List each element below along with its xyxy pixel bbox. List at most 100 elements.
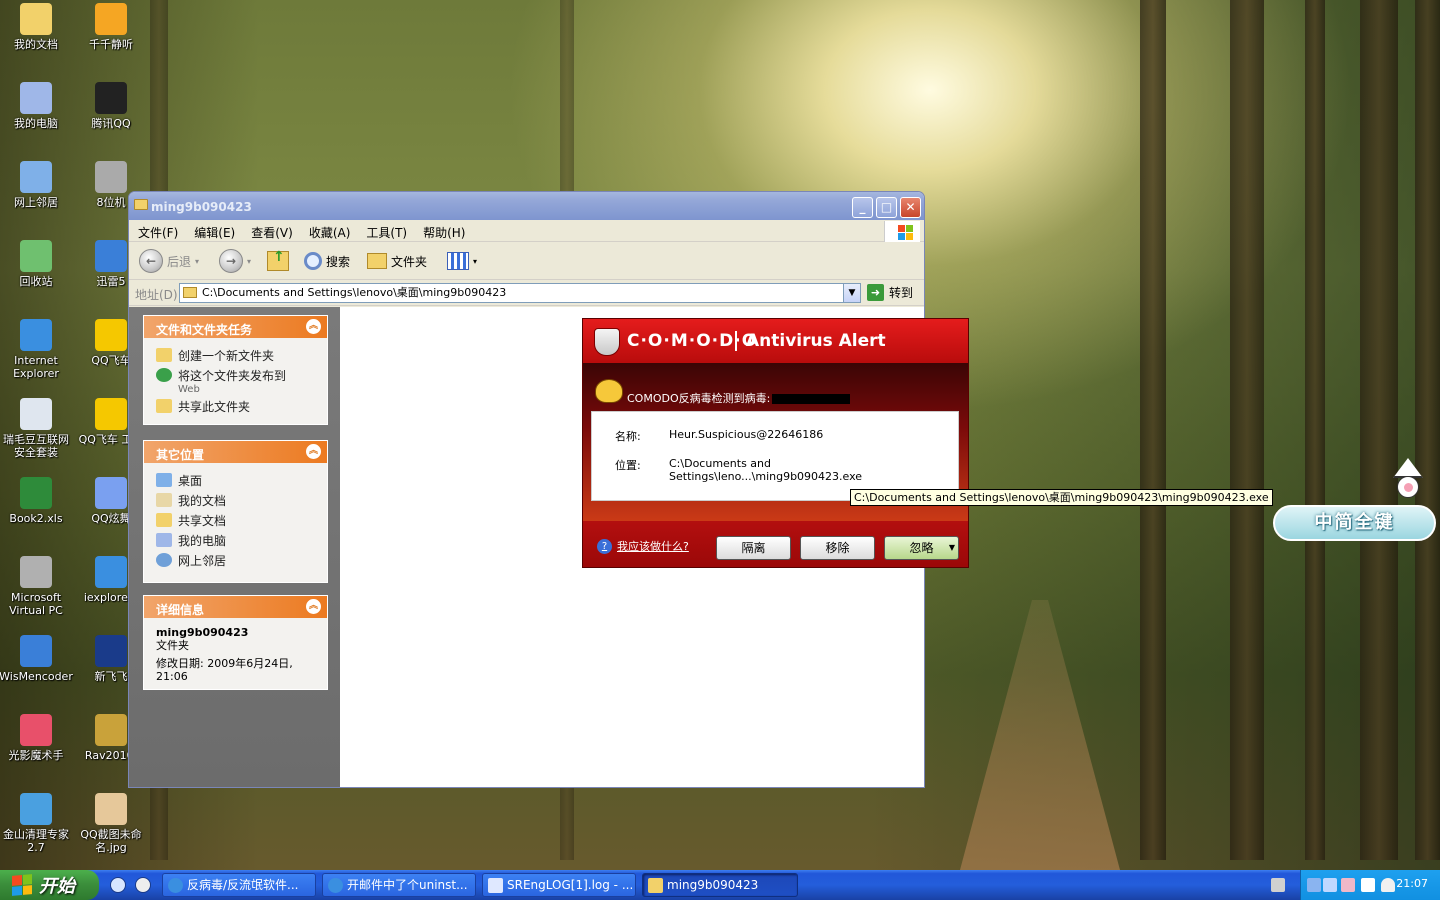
maximize-button[interactable]: □ [876,197,897,218]
minimize-button[interactable]: _ [852,197,873,218]
comodo-alert-dialog[interactable]: C·O·M·O·D·O Antivirus Alert COMODO反病毒检测到… [582,318,969,568]
forward-button[interactable]: → ▾ [219,248,251,274]
title-bar[interactable]: ming9b090423 _ □ ✕ [129,192,924,220]
go-button[interactable]: ➜ 转到 [867,284,913,301]
folders-button[interactable]: 文件夹 [367,248,427,274]
back-label: 后退 [167,254,192,269]
windows-flag-icon [12,874,32,896]
share-folder-icon [156,399,172,413]
search-label: 搜索 [326,254,351,269]
up-folder-button[interactable]: ↑ [267,248,289,274]
views-button[interactable]: ▾ [447,248,477,274]
menu-help[interactable]: 帮助(H) [414,220,472,241]
menu-file[interactable]: 文件(F) [129,220,185,241]
shield-tray-icon[interactable] [1381,878,1395,892]
desktop-icon-18[interactable]: 光影魔术手 [0,714,73,762]
back-button[interactable]: ← 后退 ▾ [139,248,199,274]
task-uninst-post[interactable]: 开邮件中了个uninst... [322,873,476,897]
go-label: 转到 [889,286,914,300]
back-arrow-icon: ← [139,249,163,273]
pen-icon[interactable] [1289,878,1297,892]
search-button[interactable]: 搜索 [304,248,350,274]
other-places-title: 其它位置 [156,448,205,462]
details-name: ming9b090423 [156,626,249,639]
threat-location-value[interactable]: C:\Documents and Settings\leno...\ming9b… [669,457,958,483]
alert-footer: ? 我应该做什么? 隔离 移除 忽略 ▼ [583,521,968,567]
folders-label: 文件夹 [391,254,428,269]
task-publish-web[interactable]: 将这个文件夹发布到 Web [156,367,315,395]
dropdown-arrow-icon[interactable]: ▼ [949,537,955,559]
desktop-app-icon [20,161,52,193]
desktop-app-icon [95,556,127,588]
place-my-documents[interactable]: 我的文档 [156,492,315,509]
desktop-icon-8[interactable]: Internet Explorer [0,319,73,380]
task-share-folder[interactable]: 共享此文件夹 [156,398,315,415]
task-antivirus-forum[interactable]: 反病毒/反流氓软件... [162,873,316,897]
task-sreng-log[interactable]: SREngLOG[1].log - ... [482,873,636,897]
desktop-icon-0[interactable]: 我的文档 [0,3,73,51]
place-network[interactable]: 网上邻居 [156,552,315,569]
close-button[interactable]: ✕ [900,197,921,218]
qq-tray-icon[interactable] [1341,878,1355,892]
file-tasks-header[interactable]: 文件和文件夹任务 ︽ [144,316,327,338]
taskbar: 开始 反病毒/反流氓软件... 开邮件中了个uninst... SREngLOG… [0,870,1440,900]
desktop-icon-16[interactable]: WisMencoder [0,635,73,683]
ie-icon [168,878,183,893]
ignore-button[interactable]: 忽略 ▼ [884,536,959,560]
menu-favorites[interactable]: 收藏(A) [300,220,358,241]
desktop-icon-14[interactable]: Microsoft Virtual PC [0,556,73,617]
file-tasks-title: 文件和文件夹任务 [156,323,253,337]
desktop-icon-20[interactable]: 金山清理专家 2.7 [0,793,73,854]
help-link[interactable]: ? 我应该做什么? [597,538,689,554]
desktop-icon-6[interactable]: 回收站 [0,240,73,288]
desktop-icon [156,473,172,487]
address-bar: 地址(D) C:\Documents and Settings\lenovo\桌… [129,280,924,306]
security-tray-icon[interactable] [1361,878,1375,892]
menu-tools[interactable]: 工具(T) [357,220,414,241]
collapse-icon[interactable]: ︽ [306,319,321,334]
desktop-app-icon [20,398,52,430]
task-new-folder[interactable]: 创建一个新文件夹 [156,347,315,364]
tray-expand-icon[interactable] [1307,878,1321,892]
file-tasks-panel: 文件和文件夹任务 ︽ 创建一个新文件夹 将这个文件夹发布到 Web 共享此文件夹 [143,315,328,425]
toolbar: ← 后退 ▾ → ▾ ↑ 搜索 文件夹 ▾ [129,242,924,280]
quicklaunch-media-icon[interactable] [135,877,151,893]
desktop-app-icon [95,319,127,351]
details-panel: 详细信息 ︽ ming9b090423 文件夹 修改日期: 2009年6月24日,… [143,595,328,690]
details-header[interactable]: 详细信息 ︽ [144,596,327,618]
place-desktop[interactable]: 桌面 [156,472,315,489]
menu-edit[interactable]: 编辑(E) [185,220,242,241]
desktop-icon-3[interactable]: 腾讯QQ [74,82,148,130]
other-places-panel: 其它位置 ︽ 桌面 我的文档 共享文档 我的电脑 网上邻居 [143,440,328,583]
desktop-icon-21[interactable]: QQ截图未命名.jpg [74,793,148,854]
keyboard-icon[interactable] [1271,878,1285,892]
virus-warning-icon [595,379,623,403]
collapse-icon[interactable]: ︽ [306,444,321,459]
task-explorer-folder[interactable]: ming9b090423 [642,873,798,897]
clock: 21:07 [1396,877,1428,890]
desktop-icon-10[interactable]: 瑞毛豆互联网安全套装 [0,398,73,459]
ime-status-widget[interactable]: 中简全键 [1273,505,1436,541]
threat-name-value: Heur.Suspicious@22646186 [669,428,824,441]
views-icon [447,252,469,270]
desktop-app-icon [20,82,52,114]
menu-view[interactable]: 查看(V) [242,220,300,241]
desktop-icon-4[interactable]: 网上邻居 [0,161,73,209]
quicklaunch-ie-icon[interactable] [110,877,126,893]
collapse-icon[interactable]: ︽ [306,599,321,614]
desktop-icon-2[interactable]: 我的电脑 [0,82,73,130]
address-input[interactable]: C:\Documents and Settings\lenovo\桌面\ming… [179,283,861,303]
desktop-icon-12[interactable]: Book2.xls [0,477,73,525]
quarantine-button[interactable]: 隔离 [716,536,791,560]
place-shared-documents[interactable]: 共享文档 [156,512,315,529]
place-my-computer[interactable]: 我的电脑 [156,532,315,549]
start-button[interactable]: 开始 [0,870,99,900]
desktop-app-icon [95,793,127,825]
remove-button[interactable]: 移除 [800,536,875,560]
address-dropdown-button[interactable]: ▼ [843,284,860,302]
network-tray-icon[interactable] [1323,878,1337,892]
details-modified: 修改日期: 2009年6月24日, 21:06 [156,657,293,683]
new-folder-icon [156,348,172,362]
desktop-icon-1[interactable]: 千千静听 [74,3,148,51]
other-places-header[interactable]: 其它位置 ︽ [144,441,327,463]
